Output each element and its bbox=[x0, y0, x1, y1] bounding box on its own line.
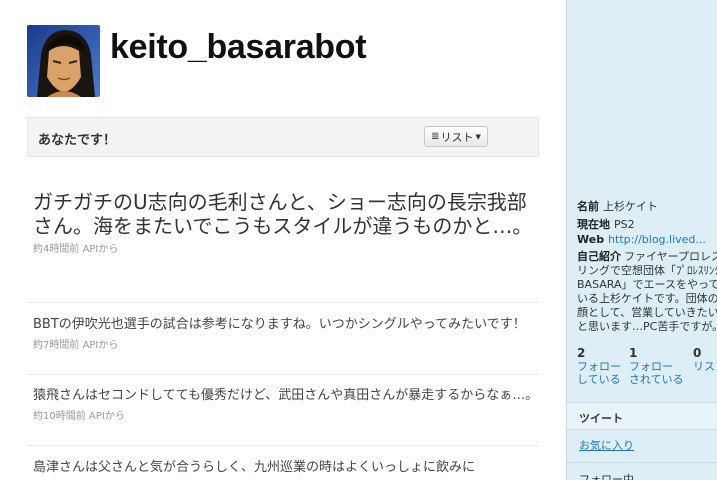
profile-stats: 2 フォロー している 1 フォロー されている 0 リスト bbox=[577, 347, 717, 391]
main-column: keito_basarabot あなたです！ ≣ リスト ▼ ガチガチのU志向の… bbox=[0, 0, 566, 480]
tweet-item: ガチガチのU志向の毛利さんと、ショー志向の長宗我部さん。海をまたいでこうもスタイ… bbox=[27, 190, 539, 303]
lists-stat[interactable]: 0 リスト bbox=[693, 346, 717, 374]
location-value: PS2 bbox=[614, 218, 635, 231]
tweet-item: 猿飛さんはセコンドしてても優秀だけど、武田さんや真田さんが暴走するからなぁ…。 … bbox=[27, 387, 539, 446]
tweet-text: 猿飛さんはセコンドしてても優秀だけど、武田さんや真田さんが暴走するからなぁ…。 bbox=[33, 388, 539, 403]
tweet-meta: 約7時間前 APIから bbox=[33, 336, 539, 351]
avatar[interactable] bbox=[27, 25, 100, 97]
followers-label-2: されている bbox=[629, 373, 684, 386]
you-label: あなたです！ bbox=[38, 133, 117, 148]
following-label-2: している bbox=[577, 373, 621, 386]
tweet-meta: 約4時間前 APIから bbox=[33, 240, 539, 255]
tweet-meta: 約10時間前 APIから bbox=[33, 407, 539, 422]
tweet-item: BBTの伊吹光也選手の試合は参考になりますね。いつかシングルやってみたいです！ … bbox=[27, 316, 539, 375]
profile-name-row: 名前 上杉ケイト bbox=[577, 198, 658, 214]
list-icon: ≣ bbox=[431, 131, 440, 142]
sidebar-divider bbox=[567, 462, 717, 463]
following-label: フォロー bbox=[577, 360, 621, 373]
name-label: 名前 bbox=[577, 200, 599, 213]
profile-sidebar: 名前 上杉ケイト 現在地 PS2 Web http://blog.lived... 自… bbox=[566, 0, 717, 480]
profile-web-row: Web http://blog.lived... bbox=[577, 233, 706, 246]
followers-count: 1 bbox=[629, 346, 638, 360]
profile-location-row: 現在地 PS2 bbox=[577, 216, 635, 232]
list-button-label: リスト bbox=[440, 130, 474, 144]
tweet-timestamp[interactable]: 約10時間前 bbox=[33, 411, 86, 422]
tweet-text: BBTの伊吹光也選手の試合は参考になりますね。いつかシングルやってみたいです！ bbox=[33, 317, 526, 332]
following-count: 2 bbox=[577, 346, 586, 360]
tweet-text: ガチガチのU志向の毛利さんと、ショー志向の長宗我部さん。海をまたいでこうもスタイ… bbox=[33, 190, 533, 238]
tweet-item: 島津さんは父さんと気が合うらしく、九州巡業の時はよくいっしょに飲みに bbox=[27, 459, 539, 499]
tweet-timestamp[interactable]: 約4時間前 bbox=[33, 244, 79, 255]
lists-label: リスト bbox=[693, 360, 717, 373]
location-label: 現在地 bbox=[577, 218, 610, 231]
tweet-source: APIから bbox=[82, 340, 119, 351]
following-stat[interactable]: 2 フォロー している bbox=[577, 346, 621, 387]
tweets-label: ツイート bbox=[579, 412, 623, 425]
chevron-down-icon: ▼ bbox=[475, 132, 481, 141]
bio-label: 自己紹介 bbox=[577, 250, 621, 263]
tweet-timestamp[interactable]: 約7時間前 bbox=[33, 340, 79, 351]
tweet-text: 島津さんは父さんと気が合うらしく、九州巡業の時はよくいっしょに飲みに bbox=[33, 460, 476, 475]
name-value: 上杉ケイト bbox=[603, 200, 658, 213]
following-heading: フォロー中 bbox=[579, 473, 634, 480]
web-link[interactable]: http://blog.lived... bbox=[608, 233, 706, 246]
followers-stat[interactable]: 1 フォロー されている bbox=[629, 346, 684, 387]
list-button[interactable]: ≣ リスト ▼ bbox=[424, 126, 488, 147]
followers-label: フォロー bbox=[629, 360, 673, 373]
web-label: Web bbox=[577, 233, 605, 246]
tweet-source: APIから bbox=[82, 244, 119, 255]
lists-count: 0 bbox=[693, 346, 702, 360]
profile-bio: 自己紹介 ファイヤープロレスリングで空想団体「ﾌﾟﾛﾚｽﾘﾝｸﾞBASARA」でエ… bbox=[577, 250, 717, 334]
screen-name: keito_basarabot bbox=[110, 28, 367, 66]
tweet-source: APIから bbox=[88, 411, 125, 422]
you-bar: あなたです！ ≣ リスト ▼ bbox=[27, 117, 539, 157]
sidebar-tweets-tab[interactable]: ツイート bbox=[567, 402, 717, 430]
favorites-link[interactable]: お気に入り bbox=[579, 437, 634, 453]
